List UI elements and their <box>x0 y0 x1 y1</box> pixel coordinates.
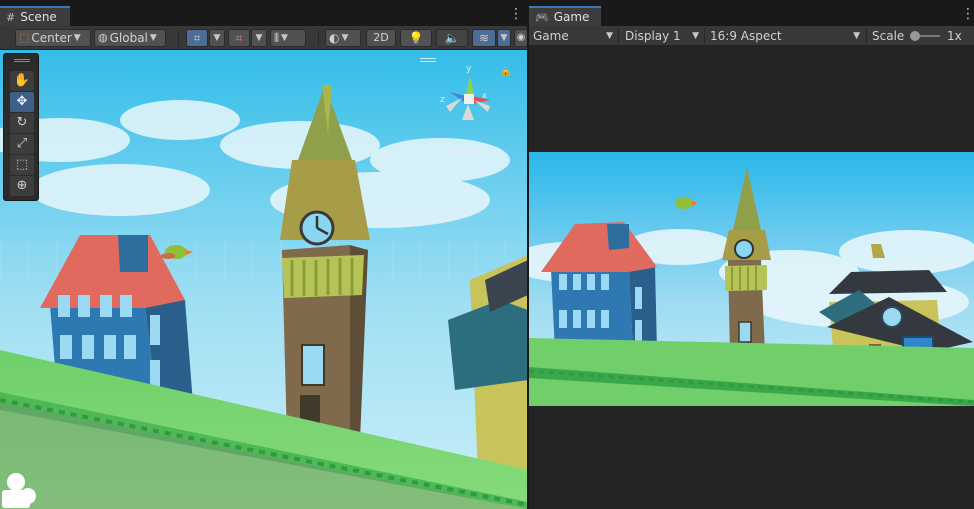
game-menu-kebab-icon[interactable]: ⋮ <box>961 6 974 22</box>
tab-game[interactable]: 🎮 Game <box>529 6 601 26</box>
globe-icon: ◍ <box>98 31 108 44</box>
game-tab-bar: 🎮 Game <box>529 6 974 26</box>
gizmo-x-label: x <box>482 91 487 100</box>
audio-toggle[interactable]: 🔈 <box>436 29 468 47</box>
chevron-down-icon: ▼ <box>853 31 860 41</box>
shading-sphere-icon: ◐ <box>329 31 340 45</box>
chevron-down-icon: ▼ <box>213 33 221 43</box>
projection-label: Persp <box>455 146 486 159</box>
toolbar-separator <box>618 28 619 44</box>
chevron-down-icon: ▼ <box>692 31 699 41</box>
display-dropdown[interactable]: Display 1 ▼ <box>621 27 703 45</box>
game-render <box>529 152 974 406</box>
scale-value: 1x <box>947 29 962 43</box>
scene-tab-bar: # Scene <box>0 6 527 26</box>
gizmo-y-label: y <box>466 64 472 74</box>
scene-tab-label: Scene <box>20 9 57 24</box>
aspect-label: 16:9 Aspect <box>710 29 782 43</box>
rect-tool-button[interactable]: ⬚ <box>10 155 34 175</box>
increment-snap-dropdown[interactable]: ▼ <box>251 29 267 47</box>
hand-tool-button[interactable]: ✋ <box>10 71 34 91</box>
eye-icon: ◉ <box>516 32 526 43</box>
tab-scene[interactable]: # Scene <box>0 6 70 26</box>
game-toolbar: Game ▼ Display 1 ▼ 16:9 Aspect ▼ Scale 1… <box>529 26 974 46</box>
transform-tool-button[interactable]: ⊕ <box>10 176 34 196</box>
game-mode-label: Game <box>533 29 569 43</box>
toolbar-separator <box>704 28 705 44</box>
chevron-down-icon: ▼ <box>149 33 157 43</box>
grid-snap-dropdown[interactable]: ▼ <box>209 29 225 47</box>
projection-toggle[interactable]: <Persp <box>446 146 485 159</box>
hidden-objects-toggle[interactable]: ◉ <box>514 29 528 47</box>
speaker-muted-icon: 🔈 <box>444 31 460 45</box>
scale-slider-thumb[interactable] <box>910 31 920 41</box>
pivot-icon: ⬚ <box>19 31 30 44</box>
gizmo-z-label: z <box>440 95 445 105</box>
game-viewport[interactable] <box>529 152 974 406</box>
toolbar-separator <box>318 30 319 46</box>
chevron-down-icon: ▼ <box>73 33 81 43</box>
scene-menu-kebab-icon[interactable]: ⋮ <box>509 6 523 22</box>
scene-toolbar: ⬚ Center ▼ ◍ Global ▼ ⌗ ▼ ⌗ ▼ ⫴ ▼ ◐ ▼ 2D… <box>0 26 528 50</box>
gamepad-icon: 🎮 <box>535 10 549 24</box>
increment-snap-icon: ⌗ <box>235 31 243 45</box>
effects-toggle[interactable]: ≋ <box>472 29 496 47</box>
chevron-down-icon: ▼ <box>281 33 288 43</box>
drag-grip-icon[interactable] <box>14 59 30 62</box>
toolbar-separator <box>866 28 867 44</box>
align-icon: ⫴ <box>274 31 280 45</box>
chevron-down-icon: ▼ <box>255 33 263 43</box>
chevron-left-icon: < <box>446 146 456 159</box>
scale-tool-button[interactable]: ⤢ <box>10 134 34 154</box>
layers-icon: ≋ <box>478 31 490 45</box>
grid-snap-toggle[interactable]: ⌗ <box>186 29 208 47</box>
transform-icon: ⊕ <box>16 178 28 193</box>
scale-icon: ⤢ <box>16 136 28 151</box>
grid-snap-icon: ⌗ <box>193 31 201 45</box>
effects-dropdown[interactable]: ▼ <box>497 29 511 47</box>
pivot-dropdown[interactable]: ⬚ Center ▼ <box>15 29 91 47</box>
game-mode-dropdown[interactable]: Game ▼ <box>529 27 617 45</box>
unity-editor: # Scene ⋮ ⬚ Center ▼ ◍ Global ▼ ⌗ ▼ ⌗ ▼ … <box>0 0 974 509</box>
space-label: Global <box>109 31 148 45</box>
move-tool-button[interactable]: ✥ <box>10 92 34 112</box>
chevron-down-icon: ▼ <box>341 33 349 43</box>
scene-tools-overlay: ✋ ✥ ↻ ⤢ ⬚ ⊕ <box>3 53 39 201</box>
hand-icon: ✋ <box>13 73 31 88</box>
game-tab-label: Game <box>553 9 590 24</box>
space-dropdown[interactable]: ◍ Global ▼ <box>94 29 166 47</box>
rotate-tool-button[interactable]: ↻ <box>10 113 34 133</box>
pivot-label: Center <box>31 31 72 45</box>
toggle-2d-label: 2D <box>373 31 389 44</box>
chevron-down-icon: ▼ <box>500 33 508 43</box>
display-label: Display 1 <box>625 29 681 43</box>
scale-label: Scale <box>872 29 905 43</box>
chevron-down-icon: ▼ <box>606 31 613 41</box>
shading-mode-dropdown[interactable]: ◐ ▼ <box>325 29 361 47</box>
move-icon: ✥ <box>16 94 28 109</box>
increment-snap-toggle[interactable]: ⌗ <box>228 29 250 47</box>
align-dropdown[interactable]: ⫴ ▼ <box>270 29 306 47</box>
toggle-2d-button[interactable]: 2D <box>366 29 396 47</box>
toolbar-separator <box>178 30 179 46</box>
aspect-dropdown[interactable]: 16:9 Aspect ▼ <box>706 27 864 45</box>
grid-icon: # <box>6 10 16 24</box>
lightbulb-icon: 💡 <box>408 31 424 45</box>
rect-icon: ⬚ <box>15 157 29 172</box>
lighting-toggle[interactable]: 💡 <box>400 29 432 47</box>
orientation-gizmo[interactable]: y z x <box>432 62 502 132</box>
rotate-icon: ↻ <box>16 115 28 130</box>
